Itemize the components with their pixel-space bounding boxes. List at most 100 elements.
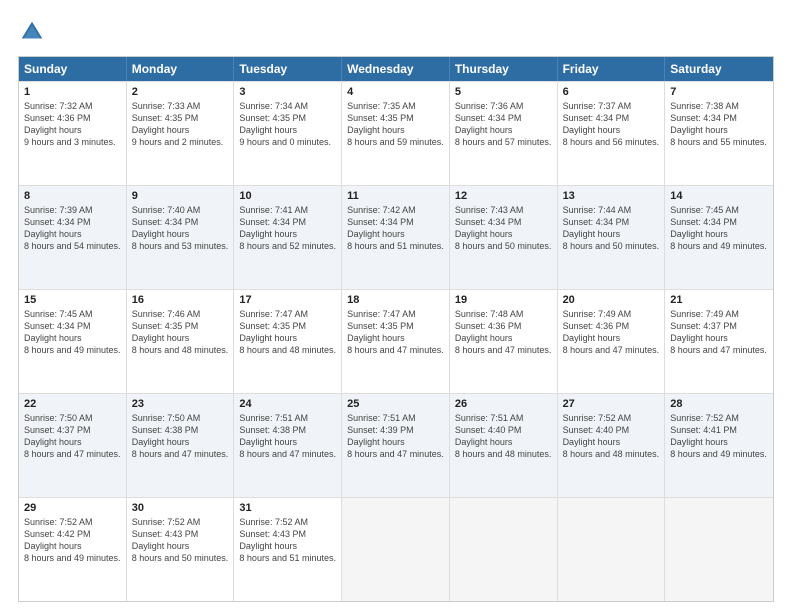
day-number: 29: [24, 502, 121, 514]
header-day-tuesday: Tuesday: [234, 57, 342, 81]
calendar-cell-8: 8 Sunrise: 7:39 AM Sunset: 4:34 PM Dayli…: [19, 186, 127, 289]
calendar-cell-30: 30 Sunrise: 7:52 AM Sunset: 4:43 PM Dayl…: [127, 498, 235, 601]
header-day-wednesday: Wednesday: [342, 57, 450, 81]
cell-content: Sunrise: 7:43 AM Sunset: 4:34 PM Dayligh…: [455, 204, 552, 253]
cell-content: Sunrise: 7:52 AM Sunset: 4:43 PM Dayligh…: [132, 516, 229, 565]
day-number: 4: [347, 86, 444, 98]
day-number: 5: [455, 86, 552, 98]
calendar-cell-28: 28 Sunrise: 7:52 AM Sunset: 4:41 PM Dayl…: [665, 394, 773, 497]
day-number: 8: [24, 190, 121, 202]
calendar-cell-23: 23 Sunrise: 7:50 AM Sunset: 4:38 PM Dayl…: [127, 394, 235, 497]
cell-content: Sunrise: 7:45 AM Sunset: 4:34 PM Dayligh…: [670, 204, 768, 253]
day-number: 16: [132, 294, 229, 306]
calendar-cell-10: 10 Sunrise: 7:41 AM Sunset: 4:34 PM Dayl…: [234, 186, 342, 289]
cell-content: Sunrise: 7:41 AM Sunset: 4:34 PM Dayligh…: [239, 204, 336, 253]
calendar-cell-1: 1 Sunrise: 7:32 AM Sunset: 4:36 PM Dayli…: [19, 82, 127, 185]
calendar-cell-14: 14 Sunrise: 7:45 AM Sunset: 4:34 PM Dayl…: [665, 186, 773, 289]
header: [18, 18, 774, 46]
calendar-cell-5: 5 Sunrise: 7:36 AM Sunset: 4:34 PM Dayli…: [450, 82, 558, 185]
cell-content: Sunrise: 7:52 AM Sunset: 4:40 PM Dayligh…: [563, 412, 660, 461]
day-number: 11: [347, 190, 444, 202]
calendar-cell-2: 2 Sunrise: 7:33 AM Sunset: 4:35 PM Dayli…: [127, 82, 235, 185]
calendar-cell-15: 15 Sunrise: 7:45 AM Sunset: 4:34 PM Dayl…: [19, 290, 127, 393]
calendar-cell-31: 31 Sunrise: 7:52 AM Sunset: 4:43 PM Dayl…: [234, 498, 342, 601]
calendar-cell-12: 12 Sunrise: 7:43 AM Sunset: 4:34 PM Dayl…: [450, 186, 558, 289]
cell-content: Sunrise: 7:50 AM Sunset: 4:37 PM Dayligh…: [24, 412, 121, 461]
cell-content: Sunrise: 7:45 AM Sunset: 4:34 PM Dayligh…: [24, 308, 121, 357]
day-number: 14: [670, 190, 768, 202]
day-number: 21: [670, 294, 768, 306]
calendar-row-3: 22 Sunrise: 7:50 AM Sunset: 4:37 PM Dayl…: [19, 393, 773, 497]
calendar-cell-11: 11 Sunrise: 7:42 AM Sunset: 4:34 PM Dayl…: [342, 186, 450, 289]
day-number: 9: [132, 190, 229, 202]
header-day-friday: Friday: [558, 57, 666, 81]
calendar-cell-21: 21 Sunrise: 7:49 AM Sunset: 4:37 PM Dayl…: [665, 290, 773, 393]
cell-content: Sunrise: 7:49 AM Sunset: 4:37 PM Dayligh…: [670, 308, 768, 357]
cell-content: Sunrise: 7:52 AM Sunset: 4:42 PM Dayligh…: [24, 516, 121, 565]
calendar-cell-3: 3 Sunrise: 7:34 AM Sunset: 4:35 PM Dayli…: [234, 82, 342, 185]
calendar-cell-25: 25 Sunrise: 7:51 AM Sunset: 4:39 PM Dayl…: [342, 394, 450, 497]
calendar-row-2: 15 Sunrise: 7:45 AM Sunset: 4:34 PM Dayl…: [19, 289, 773, 393]
header-day-saturday: Saturday: [665, 57, 773, 81]
calendar-header: SundayMondayTuesdayWednesdayThursdayFrid…: [19, 57, 773, 81]
calendar-cell-17: 17 Sunrise: 7:47 AM Sunset: 4:35 PM Dayl…: [234, 290, 342, 393]
page: SundayMondayTuesdayWednesdayThursdayFrid…: [0, 0, 792, 612]
cell-content: Sunrise: 7:47 AM Sunset: 4:35 PM Dayligh…: [239, 308, 336, 357]
cell-content: Sunrise: 7:38 AM Sunset: 4:34 PM Dayligh…: [670, 100, 768, 149]
day-number: 2: [132, 86, 229, 98]
day-number: 6: [563, 86, 660, 98]
cell-content: Sunrise: 7:42 AM Sunset: 4:34 PM Dayligh…: [347, 204, 444, 253]
day-number: 7: [670, 86, 768, 98]
cell-content: Sunrise: 7:46 AM Sunset: 4:35 PM Dayligh…: [132, 308, 229, 357]
calendar: SundayMondayTuesdayWednesdayThursdayFrid…: [18, 56, 774, 602]
day-number: 22: [24, 398, 121, 410]
logo-icon: [18, 18, 46, 46]
cell-content: Sunrise: 7:51 AM Sunset: 4:39 PM Dayligh…: [347, 412, 444, 461]
cell-content: Sunrise: 7:49 AM Sunset: 4:36 PM Dayligh…: [563, 308, 660, 357]
header-day-thursday: Thursday: [450, 57, 558, 81]
cell-content: Sunrise: 7:40 AM Sunset: 4:34 PM Dayligh…: [132, 204, 229, 253]
cell-content: Sunrise: 7:51 AM Sunset: 4:38 PM Dayligh…: [239, 412, 336, 461]
calendar-cell-empty: [342, 498, 450, 601]
day-number: 3: [239, 86, 336, 98]
cell-content: Sunrise: 7:52 AM Sunset: 4:43 PM Dayligh…: [239, 516, 336, 565]
cell-content: Sunrise: 7:37 AM Sunset: 4:34 PM Dayligh…: [563, 100, 660, 149]
day-number: 23: [132, 398, 229, 410]
day-number: 12: [455, 190, 552, 202]
calendar-cell-16: 16 Sunrise: 7:46 AM Sunset: 4:35 PM Dayl…: [127, 290, 235, 393]
day-number: 18: [347, 294, 444, 306]
day-number: 10: [239, 190, 336, 202]
calendar-cell-9: 9 Sunrise: 7:40 AM Sunset: 4:34 PM Dayli…: [127, 186, 235, 289]
day-number: 31: [239, 502, 336, 514]
cell-content: Sunrise: 7:34 AM Sunset: 4:35 PM Dayligh…: [239, 100, 336, 149]
calendar-cell-26: 26 Sunrise: 7:51 AM Sunset: 4:40 PM Dayl…: [450, 394, 558, 497]
cell-content: Sunrise: 7:35 AM Sunset: 4:35 PM Dayligh…: [347, 100, 444, 149]
calendar-cell-18: 18 Sunrise: 7:47 AM Sunset: 4:35 PM Dayl…: [342, 290, 450, 393]
day-number: 28: [670, 398, 768, 410]
calendar-cell-empty: [450, 498, 558, 601]
logo: [18, 18, 50, 46]
day-number: 1: [24, 86, 121, 98]
cell-content: Sunrise: 7:33 AM Sunset: 4:35 PM Dayligh…: [132, 100, 229, 149]
day-number: 20: [563, 294, 660, 306]
cell-content: Sunrise: 7:51 AM Sunset: 4:40 PM Dayligh…: [455, 412, 552, 461]
cell-content: Sunrise: 7:50 AM Sunset: 4:38 PM Dayligh…: [132, 412, 229, 461]
day-number: 13: [563, 190, 660, 202]
cell-content: Sunrise: 7:32 AM Sunset: 4:36 PM Dayligh…: [24, 100, 121, 149]
calendar-cell-19: 19 Sunrise: 7:48 AM Sunset: 4:36 PM Dayl…: [450, 290, 558, 393]
calendar-body: 1 Sunrise: 7:32 AM Sunset: 4:36 PM Dayli…: [19, 81, 773, 601]
calendar-cell-22: 22 Sunrise: 7:50 AM Sunset: 4:37 PM Dayl…: [19, 394, 127, 497]
header-day-monday: Monday: [127, 57, 235, 81]
cell-content: Sunrise: 7:44 AM Sunset: 4:34 PM Dayligh…: [563, 204, 660, 253]
calendar-cell-29: 29 Sunrise: 7:52 AM Sunset: 4:42 PM Dayl…: [19, 498, 127, 601]
cell-content: Sunrise: 7:48 AM Sunset: 4:36 PM Dayligh…: [455, 308, 552, 357]
day-number: 30: [132, 502, 229, 514]
calendar-row-0: 1 Sunrise: 7:32 AM Sunset: 4:36 PM Dayli…: [19, 81, 773, 185]
day-number: 19: [455, 294, 552, 306]
calendar-cell-empty: [558, 498, 666, 601]
calendar-cell-20: 20 Sunrise: 7:49 AM Sunset: 4:36 PM Dayl…: [558, 290, 666, 393]
cell-content: Sunrise: 7:39 AM Sunset: 4:34 PM Dayligh…: [24, 204, 121, 253]
calendar-cell-4: 4 Sunrise: 7:35 AM Sunset: 4:35 PM Dayli…: [342, 82, 450, 185]
day-number: 17: [239, 294, 336, 306]
calendar-row-4: 29 Sunrise: 7:52 AM Sunset: 4:42 PM Dayl…: [19, 497, 773, 601]
